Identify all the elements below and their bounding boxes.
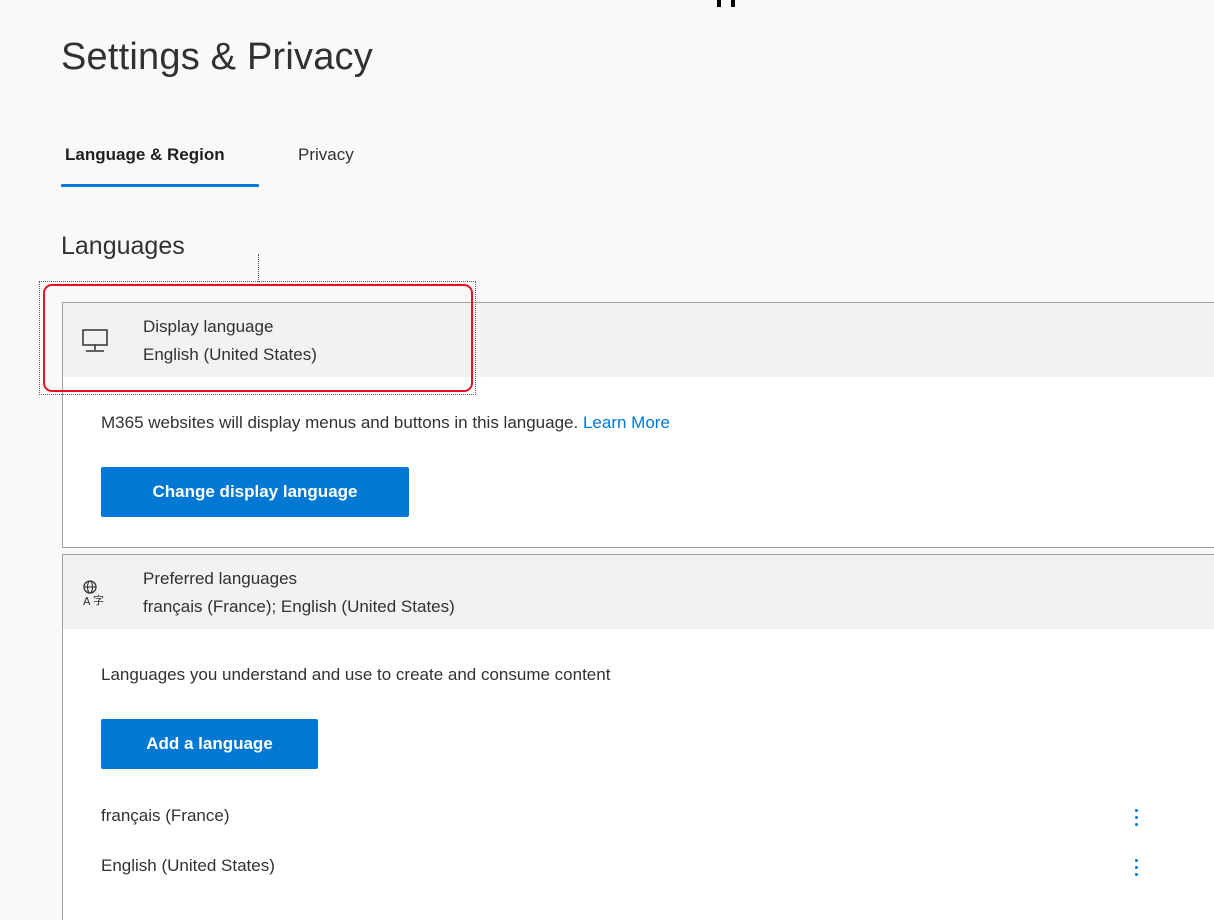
display-language-description-text: M365 websites will display menus and but… (101, 413, 579, 432)
change-display-language-button[interactable]: Change display language (101, 467, 409, 517)
svg-text:A: A (83, 595, 91, 607)
language-name: English (United States) (101, 856, 275, 875)
language-translate-icon: A 字 (83, 580, 104, 607)
tab-language-region[interactable]: Language & Region (65, 142, 225, 168)
list-item: English (United States) (101, 849, 1214, 889)
preferred-languages-title: Preferred languages (143, 569, 298, 588)
display-language-title: Display language (143, 317, 274, 336)
preferred-languages-card: A 字 Preferred languages français (France… (62, 554, 1214, 920)
preferred-languages-description: Languages you understand and use to crea… (101, 665, 611, 684)
more-vertical-icon[interactable] (1129, 853, 1145, 883)
preferred-languages-header[interactable]: A 字 Preferred languages français (France… (63, 555, 1214, 629)
cropped-top-glyph (717, 0, 737, 8)
display-language-card: Display language English (United States)… (62, 302, 1214, 548)
active-tab-indicator (61, 184, 259, 187)
display-language-header[interactable]: Display language English (United States) (63, 303, 1214, 377)
learn-more-link[interactable]: Learn More (583, 413, 670, 432)
display-language-description: M365 websites will display menus and but… (101, 412, 670, 434)
languages-heading: Languages (61, 232, 185, 260)
preferred-languages-value: français (France); English (United State… (143, 597, 455, 616)
display-language-value: English (United States) (143, 345, 317, 364)
monitor-icon (82, 329, 108, 352)
tab-privacy[interactable]: Privacy (298, 142, 354, 168)
more-vertical-icon[interactable] (1129, 803, 1145, 833)
focus-guide-line (258, 254, 259, 282)
page-title: Settings & Privacy (61, 36, 373, 78)
add-language-button[interactable]: Add a language (101, 719, 318, 769)
language-name: français (France) (101, 806, 230, 825)
svg-text:字: 字 (93, 593, 104, 607)
list-item: français (France) (101, 799, 1214, 839)
